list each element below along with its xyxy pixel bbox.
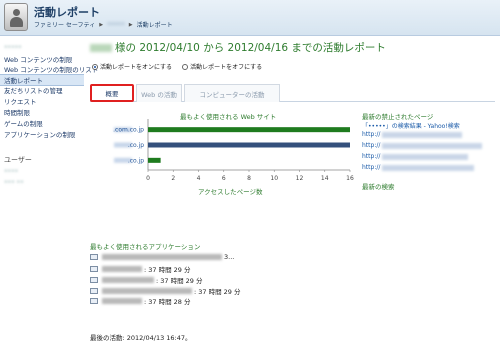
chart-category-label: .co.jp [128, 157, 144, 164]
application-icon [90, 254, 98, 260]
apps-heading: 最もよく使用されるアプリケーション [90, 243, 201, 251]
chart-x-tick-label: 0 [146, 175, 150, 182]
app-row: : 37 時間 29 分 [90, 275, 203, 285]
chart-bar [148, 142, 350, 148]
blocked-link[interactable]: http:// [362, 164, 475, 171]
application-icon [90, 277, 98, 283]
app-name-blurred [102, 254, 222, 260]
app-name-blurred [102, 277, 154, 283]
app-row: : 37 時間 29 分 [90, 286, 241, 296]
chart-category-label: .co.jp [128, 142, 144, 149]
chart-bar [148, 127, 350, 133]
url-blurred [382, 131, 463, 138]
blocked-link[interactable]: http:// [362, 142, 483, 149]
chart-x-tick-label: 10 [270, 175, 278, 182]
last-activity: 最後の活動: 2012/04/13 16:47。 [90, 334, 192, 342]
blocked-link[interactable]: 「•••••」の検索結果 - Yahoo!検索 [362, 121, 460, 130]
chart-x-tick-label: 14 [321, 175, 329, 182]
chart-x-tick-label: 16 [346, 175, 354, 182]
app-row: : 37 時間 29 分 [90, 264, 191, 274]
recent-searches-heading: 最新の検索 [362, 183, 395, 191]
app-row: : 37 時間 28 分 [90, 296, 191, 306]
application-icon [90, 288, 98, 294]
chart-category-label: .com.co.jp [113, 127, 144, 134]
blocked-pages-heading: 最新の禁止されたページ [362, 113, 434, 121]
url-blurred [382, 153, 469, 160]
app-row: 3... [90, 253, 234, 261]
chart-x-tick-label: 6 [222, 175, 226, 182]
url-blurred [382, 164, 475, 171]
app-name-blurred [102, 298, 142, 304]
app-name-blurred [102, 266, 142, 272]
blocked-link[interactable]: http:// [362, 153, 469, 160]
chart-x-tick-label: 4 [197, 175, 201, 182]
web-sites-chart: .com.co.jp .co.jp .co.jp 0 2 4 6 8 10 12 14 16 [113, 119, 354, 182]
blocked-link[interactable]: http:// [362, 131, 463, 138]
application-icon [90, 298, 98, 304]
chart-x-tick-label: 2 [171, 175, 175, 182]
url-blurred [382, 142, 483, 149]
chart-x-tick-label: 12 [296, 175, 304, 182]
chart-x-tick-label: 8 [247, 175, 251, 182]
app-name-blurred [102, 288, 192, 294]
chart-x-axis-label: アクセスしたページ数 [198, 188, 263, 196]
application-icon [90, 266, 98, 272]
chart-bar [148, 157, 161, 163]
